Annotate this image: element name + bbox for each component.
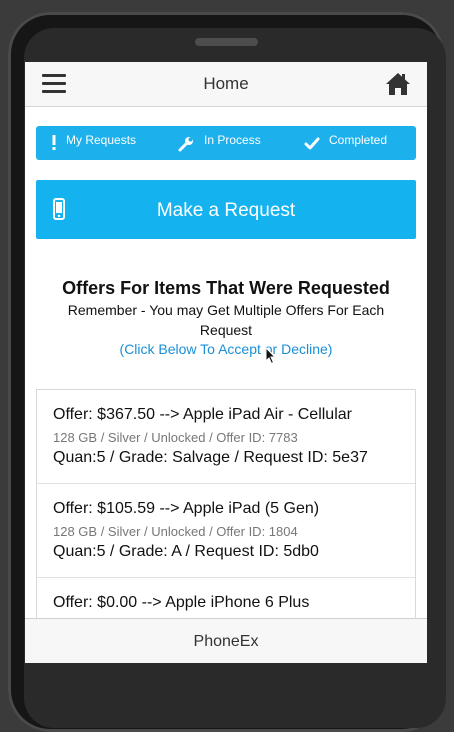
offer-details: 128 GB / Silver / Unlocked / Offer ID: 7… (53, 430, 298, 445)
offers-title: Offers For Items That Were Requested (62, 278, 390, 298)
wrench-icon (178, 136, 194, 157)
tab-completed[interactable]: Completed (286, 126, 416, 160)
offers-subtitle: Remember - You may Get Multiple Offers F… (67, 302, 385, 338)
accept-decline-hint-link[interactable]: (Click Below To Accept or Decline) (45, 341, 407, 357)
app-screen: Home My Requests In Process Completed Ma… (25, 62, 427, 663)
tab-label: My Requests (66, 133, 137, 147)
offer-line: Offer: $105.59 --> Apple iPad (5 Gen) (53, 500, 320, 517)
speaker-grille (195, 38, 258, 46)
list-item[interactable]: Offer: $105.59 --> Apple iPad (5 Gen) 12… (37, 484, 415, 578)
top-navigation-bar: Home (25, 62, 427, 107)
checkmark-icon (304, 136, 320, 157)
tab-in-process[interactable]: In Process (161, 126, 286, 160)
mouse-cursor-icon (265, 346, 277, 370)
tab-label: Completed (329, 133, 388, 147)
offer-details: 128 GB / Silver / Unlocked / Offer ID: 1… (53, 524, 298, 539)
request-status-tabs: My Requests In Process Completed (36, 126, 416, 160)
home-icon[interactable] (385, 71, 411, 97)
offer-request-info: Quan:5 / Grade: Salvage / Request ID: 5e… (53, 449, 368, 466)
offer-line: Offer: $367.50 --> Apple iPad Air - Cell… (53, 406, 352, 423)
page-title: Home (203, 74, 249, 93)
make-request-label: Make a Request (156, 200, 296, 221)
list-item[interactable]: Offer: $367.50 --> Apple iPad Air - Cell… (37, 390, 415, 484)
offer-request-info: Quan:5 / Grade: A / Request ID: 5db0 (53, 543, 319, 560)
offer-line: Offer: $0.00 --> Apple iPhone 6 Plus (53, 594, 310, 611)
tab-label: In Process (204, 133, 261, 147)
tab-my-requests[interactable]: My Requests (36, 126, 161, 160)
footer-bar: PhoneEx (25, 618, 427, 663)
exclamation-icon (51, 135, 57, 156)
make-request-button[interactable]: Make a Request (36, 180, 416, 239)
footer-brand: PhoneEx (193, 633, 259, 650)
